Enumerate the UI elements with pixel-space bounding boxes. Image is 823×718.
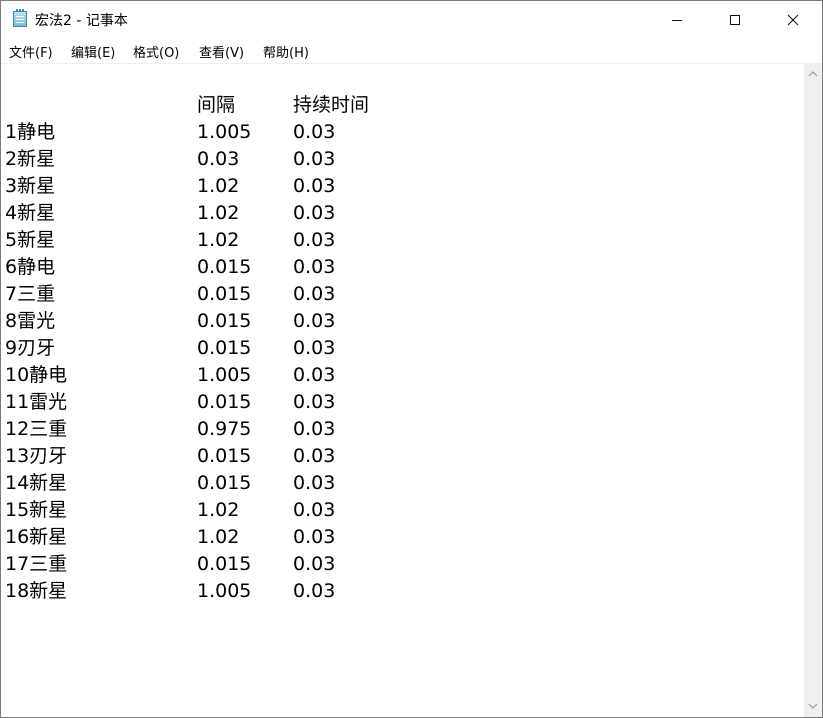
row-interval: 0.015: [197, 445, 252, 467]
row-interval: 0.975: [197, 418, 252, 440]
close-icon: [787, 14, 799, 25]
row-name: 3新星: [5, 175, 56, 197]
row-duration: 0.03: [293, 121, 336, 143]
row-name: 15新星: [5, 499, 68, 521]
title-bar[interactable]: 宏法2 - 记事本: [1, 1, 822, 38]
row-duration: 0.03: [293, 337, 336, 359]
row-duration: 0.03: [293, 472, 336, 494]
text-editor-area[interactable]: 间隔 持续时间 1静电 1.005 0.03 2新星 0.03 0.03 3新星…: [1, 63, 804, 717]
menu-edit[interactable]: 编辑(E): [71, 42, 115, 61]
row-duration: 0.03: [293, 202, 336, 224]
row-interval: 0.015: [197, 391, 252, 413]
maximize-button[interactable]: [706, 1, 764, 38]
row-interval: 0.015: [197, 472, 252, 494]
menu-bar: 文件(F) 编辑(E) 格式(O) 查看(V) 帮助(H): [1, 38, 822, 63]
row-interval: 0.015: [197, 256, 252, 278]
row-name: 7三重: [5, 283, 56, 305]
row-duration: 0.03: [293, 256, 336, 278]
row-duration: 0.03: [293, 499, 336, 521]
scroll-down-arrow-icon: [808, 703, 818, 709]
notepad-window: 宏法2 - 记事本 文件(F) 编辑(E) 格式(O) 查看(V) 帮助(H) …: [0, 0, 823, 718]
row-duration: 0.03: [293, 175, 336, 197]
row-duration: 0.03: [293, 364, 336, 386]
row-duration: 0.03: [293, 445, 336, 467]
row-duration: 0.03: [293, 526, 336, 548]
row-duration: 0.03: [293, 283, 336, 305]
minimize-icon: [672, 19, 682, 21]
row-interval: 0.015: [197, 337, 252, 359]
row-duration: 0.03: [293, 580, 336, 602]
menu-file[interactable]: 文件(F): [9, 42, 53, 61]
scroll-up-button[interactable]: [804, 65, 822, 83]
row-duration: 0.03: [293, 148, 336, 170]
row-name: 9刃牙: [5, 337, 56, 359]
row-duration: 0.03: [293, 391, 336, 413]
row-interval: 0.03: [197, 148, 240, 170]
menu-help[interactable]: 帮助(H): [263, 42, 309, 61]
row-name: 10静电: [5, 364, 68, 386]
row-name: 18新星: [5, 580, 68, 602]
notepad-icon: [13, 9, 27, 27]
header-interval: 间隔: [197, 94, 236, 116]
row-interval: 1.02: [197, 175, 240, 197]
row-duration: 0.03: [293, 553, 336, 575]
row-name: 8雷光: [5, 310, 56, 332]
menu-view[interactable]: 查看(V): [199, 42, 244, 61]
row-name: 13刃牙: [5, 445, 68, 467]
row-interval: 0.015: [197, 283, 252, 305]
row-name: 14新星: [5, 472, 68, 494]
row-name: 17三重: [5, 553, 68, 575]
row-interval: 1.02: [197, 499, 240, 521]
scroll-down-button[interactable]: [804, 697, 822, 715]
row-name: 11雷光: [5, 391, 68, 413]
row-interval: 1.005: [197, 364, 252, 386]
row-interval: 1.005: [197, 121, 252, 143]
header-duration: 持续时间: [293, 94, 370, 116]
window-title: 宏法2 - 记事本: [35, 13, 128, 29]
menu-format[interactable]: 格式(O): [133, 42, 179, 61]
row-interval: 1.005: [197, 580, 252, 602]
row-name: 1静电: [5, 121, 56, 143]
row-name: 2新星: [5, 148, 56, 170]
scroll-up-arrow-icon: [808, 71, 818, 77]
row-name: 4新星: [5, 202, 56, 224]
row-duration: 0.03: [293, 310, 336, 332]
row-name: 16新星: [5, 526, 68, 548]
row-interval: 0.015: [197, 553, 252, 575]
row-name: 6静电: [5, 256, 56, 278]
minimize-button[interactable]: [648, 1, 706, 38]
row-interval: 1.02: [197, 229, 240, 251]
maximize-icon: [730, 14, 740, 25]
vertical-scrollbar[interactable]: [804, 63, 822, 717]
close-button[interactable]: [764, 1, 822, 38]
row-name: 12三重: [5, 418, 68, 440]
row-name: 5新星: [5, 229, 56, 251]
row-duration: 0.03: [293, 418, 336, 440]
row-interval: 1.02: [197, 202, 240, 224]
row-interval: 1.02: [197, 526, 240, 548]
row-duration: 0.03: [293, 229, 336, 251]
row-interval: 0.015: [197, 310, 252, 332]
